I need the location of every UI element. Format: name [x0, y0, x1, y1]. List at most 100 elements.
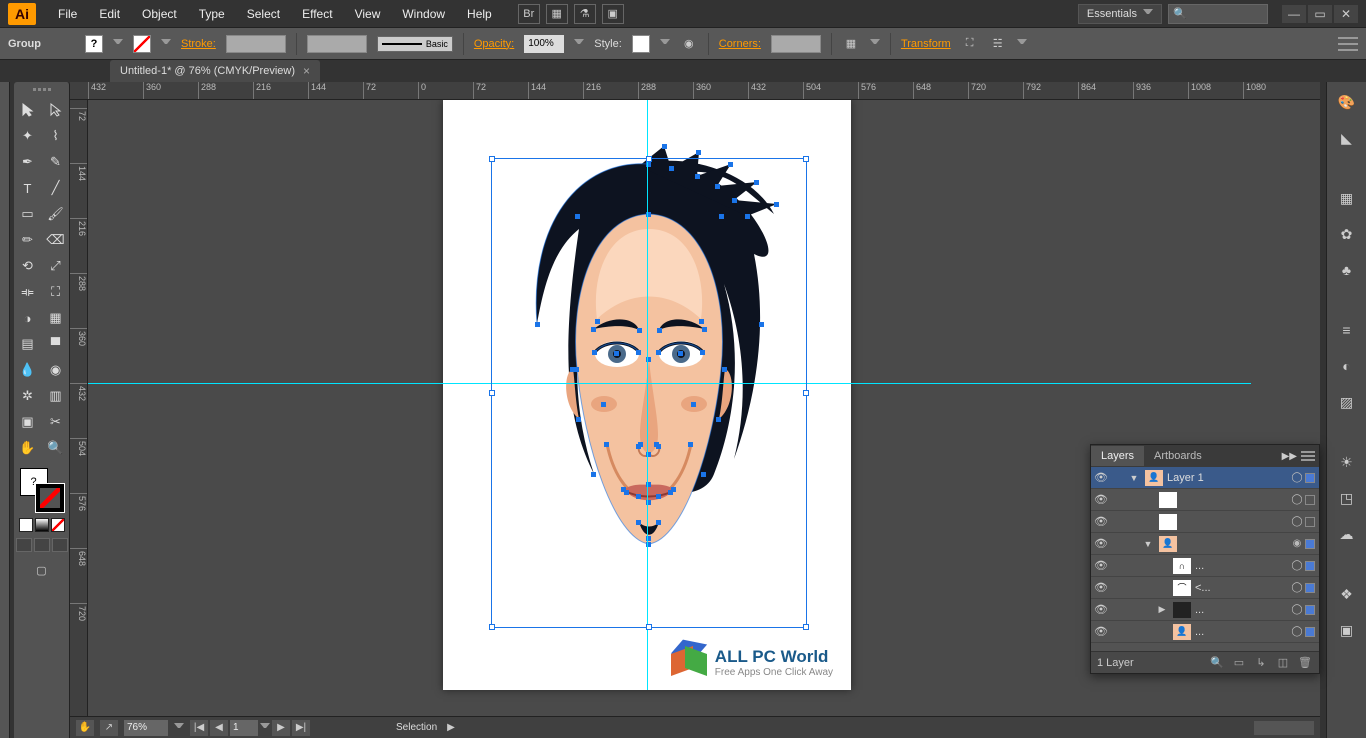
target-icon[interactable]: ◯ — [1289, 582, 1305, 593]
libraries-panel-icon[interactable]: ☁ — [1334, 522, 1360, 546]
hand-shortcut-icon[interactable]: ✋ — [76, 720, 94, 736]
chevron-down-icon[interactable] — [1017, 39, 1027, 49]
target-icon[interactable]: ◯ — [1289, 604, 1305, 615]
symbols-panel-icon[interactable]: ♣ — [1334, 258, 1360, 282]
workspace-selector[interactable]: Essentials — [1078, 4, 1162, 24]
menu-window[interactable]: Window — [392, 3, 455, 25]
visibility-icon[interactable]: 👁 — [1091, 515, 1111, 528]
layer-name[interactable]: ... — [1195, 626, 1289, 638]
appearance-panel-icon[interactable]: ☀ — [1334, 450, 1360, 474]
menu-view[interactable]: View — [345, 3, 391, 25]
color-guide-icon[interactable]: ◣ — [1334, 126, 1360, 150]
visibility-icon[interactable]: 👁 — [1091, 471, 1111, 484]
layer-name[interactable]: ... — [1195, 560, 1289, 572]
disclosure-icon[interactable]: ▼ — [1141, 539, 1155, 549]
chevron-down-icon[interactable] — [113, 39, 123, 49]
chevron-down-icon[interactable] — [870, 39, 880, 49]
scale-tool[interactable]: ⤢ — [43, 254, 69, 278]
column-graph-tool[interactable]: ▥ — [43, 384, 69, 408]
gpu-preview-icon[interactable]: ⚗ — [574, 4, 596, 24]
menu-select[interactable]: Select — [237, 3, 290, 25]
disclosure-icon[interactable]: ▶ — [1155, 604, 1169, 615]
selection-indicator[interactable] — [1305, 473, 1315, 483]
stroke-link[interactable]: Stroke: — [181, 38, 216, 50]
delete-layer-icon[interactable]: 🗑 — [1297, 656, 1313, 670]
prev-artboard-button[interactable]: ◀ — [210, 720, 228, 736]
artboards-panel-icon[interactable]: ▣ — [1334, 618, 1360, 642]
search-input[interactable]: 🔍 — [1168, 4, 1268, 24]
last-artboard-button[interactable]: ▶| — [292, 720, 310, 736]
color-panel-icon[interactable]: 🎨 — [1334, 90, 1360, 114]
free-transform-tool[interactable]: ⛶ — [43, 280, 69, 304]
draw-behind[interactable] — [34, 538, 50, 552]
blend-tool[interactable]: ◉ — [43, 358, 69, 382]
panel-menu-icon[interactable] — [1301, 451, 1315, 461]
export-icon[interactable]: ↗ — [100, 720, 118, 736]
corners-input[interactable] — [771, 35, 821, 53]
scrollbar-horizontal[interactable] — [1254, 721, 1314, 735]
panel-menu-icon[interactable] — [1338, 37, 1358, 51]
draw-inside[interactable] — [52, 538, 68, 552]
rectangle-tool[interactable]: ▭ — [15, 202, 41, 226]
visibility-icon[interactable]: 👁 — [1091, 493, 1111, 506]
target-icon[interactable]: ◯ — [1289, 560, 1305, 571]
opacity-input[interactable]: 100% — [524, 35, 564, 53]
toolbox-grip[interactable] — [22, 88, 62, 94]
pencil-tool[interactable]: ✏ — [15, 228, 41, 252]
selection-indicator[interactable] — [1305, 517, 1315, 527]
minimize-button[interactable]: — — [1282, 5, 1306, 23]
transparency-panel-icon[interactable]: ▨ — [1334, 390, 1360, 414]
stroke-weight-input[interactable] — [226, 35, 286, 53]
arrange-icon[interactable]: ▣ — [602, 4, 624, 24]
tab-layers[interactable]: Layers — [1091, 446, 1144, 466]
selection-indicator[interactable] — [1305, 605, 1315, 615]
selection-indicator[interactable] — [1305, 539, 1315, 549]
layer-name[interactable]: <... — [1195, 582, 1289, 594]
swatches-panel-icon[interactable]: ▦ — [1334, 186, 1360, 210]
chevron-down-icon[interactable] — [574, 39, 584, 49]
menu-effect[interactable]: Effect — [292, 3, 342, 25]
document-tab[interactable]: Untitled-1* @ 76% (CMYK/Preview) × — [110, 60, 320, 82]
gradient-swatch[interactable] — [35, 518, 49, 532]
visibility-icon[interactable]: 👁 — [1091, 537, 1111, 550]
visibility-icon[interactable]: 👁 — [1091, 625, 1111, 638]
layer-row[interactable]: 👁 ▶...◯ — [1091, 599, 1319, 621]
layer-row[interactable]: 👁◯ — [1091, 489, 1319, 511]
locate-object-icon[interactable]: 🔍 — [1209, 656, 1225, 670]
shape-builder-tool[interactable]: ◑ — [15, 306, 41, 330]
selection-bbox[interactable] — [491, 158, 807, 628]
close-icon[interactable]: × — [303, 64, 310, 78]
layer-row[interactable]: 👁👤...◯ — [1091, 621, 1319, 643]
transform-link[interactable]: Transform — [901, 38, 951, 50]
eraser-tool[interactable]: ⌫ — [43, 228, 69, 252]
close-button[interactable]: ✕ — [1334, 5, 1358, 23]
recolor-artwork-icon[interactable]: ◉ — [680, 35, 698, 53]
width-tool[interactable]: ⟚ — [15, 280, 41, 304]
target-icon[interactable]: ◯ — [1289, 494, 1305, 505]
tab-artboards[interactable]: Artboards — [1144, 446, 1212, 466]
lasso-tool[interactable]: ⌇ — [43, 124, 69, 148]
brushes-panel-icon[interactable]: ✿ — [1334, 222, 1360, 246]
slice-tool[interactable]: ✂ — [43, 410, 69, 434]
artboard-number[interactable]: 1 — [230, 720, 258, 736]
visibility-icon[interactable]: 👁 — [1091, 581, 1111, 594]
layer-row[interactable]: 👁◯ — [1091, 511, 1319, 533]
menu-object[interactable]: Object — [132, 3, 187, 25]
chevron-down-icon[interactable] — [260, 723, 270, 733]
target-icon[interactable]: ◯ — [1289, 516, 1305, 527]
layer-row[interactable]: 👁∩...◯ — [1091, 555, 1319, 577]
target-icon[interactable]: ◯ — [1289, 472, 1305, 483]
layer-name[interactable]: ... — [1195, 604, 1289, 616]
artboard-tool[interactable]: ▣ — [15, 410, 41, 434]
isolate-group-icon[interactable]: ⛶ — [961, 35, 979, 53]
visibility-icon[interactable]: 👁 — [1091, 559, 1111, 572]
visibility-icon[interactable]: 👁 — [1091, 603, 1111, 616]
menu-file[interactable]: File — [48, 3, 87, 25]
magic-wand-tool[interactable]: ✦ — [15, 124, 41, 148]
make-clipping-mask-icon[interactable]: ▭ — [1231, 656, 1247, 670]
layers-panel-icon[interactable]: ❖ — [1334, 582, 1360, 606]
stroke-swatch[interactable] — [133, 35, 151, 53]
ruler-horizontal[interactable]: 4323602882161447207214421628836043250457… — [70, 82, 1320, 100]
next-artboard-button[interactable]: ▶ — [272, 720, 290, 736]
menu-type[interactable]: Type — [189, 3, 235, 25]
